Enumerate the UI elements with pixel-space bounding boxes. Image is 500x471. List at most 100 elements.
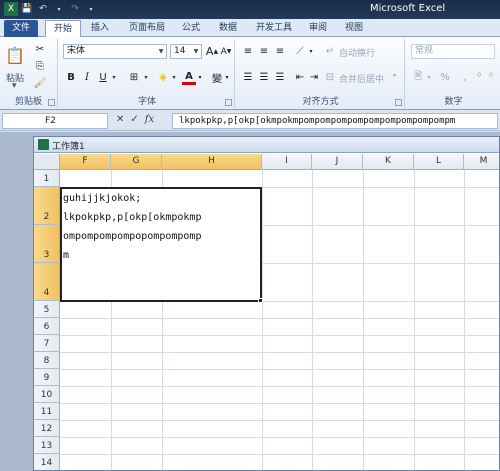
row-header-14[interactable]: 14 (34, 454, 60, 470)
align-left-icon[interactable]: ☰ (241, 70, 255, 85)
worksheet-grid[interactable]: F G H I J K L M 1 2 3 4 5 6 7 8 9 10 11 … (34, 154, 499, 470)
font-color-dropdown-icon[interactable]: ▾ (196, 70, 204, 85)
row-number: 3 (43, 250, 50, 260)
select-all-corner[interactable] (34, 154, 60, 170)
merge-dropdown-icon[interactable]: ▾ (393, 72, 396, 79)
fill-color-icon[interactable]: ◈ (156, 70, 170, 85)
tab-file[interactable]: 文件 (4, 20, 38, 37)
fill-handle[interactable] (258, 298, 263, 303)
row-header-5[interactable]: 5 (34, 301, 60, 318)
borders-dropdown-icon[interactable]: ▾ (142, 70, 150, 85)
increase-indent-icon[interactable]: ⇥ (307, 70, 321, 85)
merge-center-label[interactable]: 合并后居中 (339, 72, 384, 85)
paste-icon[interactable]: 📋 (4, 41, 26, 69)
font-launcher-icon[interactable] (225, 99, 232, 106)
undo-dropdown-icon[interactable]: ▾ (52, 2, 66, 16)
row-header-7[interactable]: 7 (34, 335, 60, 352)
align-bottom-icon[interactable]: ≡ (273, 44, 287, 59)
row-header-4[interactable]: 4 (34, 263, 60, 301)
bold-button[interactable]: B (64, 70, 78, 85)
row-header-6[interactable]: 6 (34, 318, 60, 335)
align-right-icon[interactable]: ☰ (273, 70, 287, 85)
fill-color-dropdown-icon[interactable]: ▾ (170, 70, 178, 85)
tab-developer[interactable]: 开发工具 (251, 20, 297, 37)
column-header-i[interactable]: I (262, 154, 312, 170)
column-header-m[interactable]: M (464, 154, 499, 170)
alignment-launcher-icon[interactable] (395, 99, 402, 106)
row-number: 1 (43, 174, 50, 184)
accounting-format-icon[interactable]: 🗎 (411, 70, 425, 85)
row-header-2[interactable]: 2 (34, 187, 60, 225)
confirm-entry-icon[interactable]: ✓ (130, 114, 138, 125)
row-header-13[interactable]: 13 (34, 437, 60, 454)
workbook-title-bar: 工作簿1 (34, 137, 499, 153)
row-header-3[interactable]: 3 (34, 225, 60, 263)
row-header-8[interactable]: 8 (34, 352, 60, 369)
save-icon[interactable]: 💾 (20, 2, 34, 16)
redo-icon[interactable]: ↷ (68, 2, 82, 16)
app-title: Microsoft Excel (370, 3, 446, 14)
row-header-9[interactable]: 9 (34, 369, 60, 386)
orientation-dropdown-icon[interactable]: ▾ (307, 44, 315, 59)
tab-view[interactable]: 视图 (340, 20, 368, 37)
shrink-font-button[interactable]: A ▼ (220, 44, 232, 59)
borders-icon[interactable]: ⊞ (126, 70, 142, 85)
percent-style-button[interactable]: % (439, 70, 451, 85)
number-format-combo[interactable]: 常规 (411, 44, 495, 59)
merge-center-icon[interactable]: ⊟ (323, 70, 337, 85)
row-header-12[interactable]: 12 (34, 420, 60, 437)
tab-data[interactable]: 数据 (214, 20, 242, 37)
grow-font-button[interactable]: A ▲ (206, 44, 218, 59)
row-header-10[interactable]: 10 (34, 386, 60, 403)
comma-style-button[interactable]: , (459, 70, 471, 85)
format-painter-icon[interactable]: 🖌 (33, 76, 47, 91)
decrease-decimal-icon[interactable]: ⁰ (485, 70, 497, 85)
font-size-dropdown-icon[interactable]: ▼ (191, 45, 201, 58)
column-header-k[interactable]: K (363, 154, 414, 170)
underline-dropdown-icon[interactable]: ▾ (110, 70, 118, 85)
formula-input[interactable]: lkpokpkp,p[okp[okmpokmpompompompompompom… (172, 113, 498, 129)
italic-button[interactable]: I (80, 70, 94, 85)
copy-icon[interactable]: ⎘ (33, 59, 47, 74)
align-top-icon[interactable]: ≡ (241, 44, 255, 59)
cut-icon[interactable]: ✂ (33, 42, 47, 57)
tab-review[interactable]: 审阅 (304, 20, 332, 37)
underline-button[interactable]: U (96, 70, 110, 85)
grid-line (60, 403, 499, 404)
workbook-icon (38, 139, 49, 150)
phonetic-dropdown-icon[interactable]: ▾ (223, 70, 231, 85)
clipboard-launcher-icon[interactable] (48, 99, 55, 106)
row-header-11[interactable]: 11 (34, 403, 60, 420)
align-middle-icon[interactable]: ≡ (257, 44, 271, 59)
row-header-1[interactable]: 1 (34, 170, 60, 187)
phonetic-button[interactable]: 變 (210, 70, 224, 85)
tab-formulas[interactable]: 公式 (177, 20, 205, 37)
quick-access-toolbar: X 💾 ↶ ▾ ↷ ▾ (4, 2, 98, 16)
name-box[interactable]: F2 (2, 113, 108, 129)
increase-decimal-icon[interactable]: ⁰ (473, 70, 485, 85)
column-header-g[interactable]: G (111, 154, 162, 170)
grid-line (60, 318, 499, 319)
column-header-j[interactable]: J (312, 154, 363, 170)
tab-page-layout[interactable]: 页面布局 (122, 20, 172, 37)
decrease-indent-icon[interactable]: ⇤ (293, 70, 307, 85)
wrap-text-icon[interactable]: ↵ (323, 44, 337, 59)
tab-insert[interactable]: 插入 (86, 20, 114, 37)
orientation-icon[interactable]: ⟋ (293, 44, 307, 59)
customize-qat-icon[interactable]: ▾ (84, 2, 98, 16)
wrap-text-label[interactable]: 自动换行 (339, 46, 375, 59)
column-header-h[interactable]: H (162, 154, 262, 170)
font-size-combo[interactable]: 14 ▼ (170, 44, 202, 59)
column-header-f[interactable]: F (60, 154, 111, 170)
align-center-icon[interactable]: ☰ (257, 70, 271, 85)
column-header-l[interactable]: L (414, 154, 464, 170)
font-name-dropdown-icon[interactable]: ▼ (156, 45, 166, 58)
tab-home[interactable]: 开始 (45, 20, 81, 38)
cancel-entry-icon[interactable]: ✕ (116, 114, 124, 125)
insert-function-icon[interactable]: fx (145, 114, 154, 125)
paste-dropdown-icon[interactable]: ▾ (12, 81, 17, 91)
font-color-button[interactable]: A (182, 70, 196, 85)
font-name-combo[interactable]: 宋体 ▼ (63, 44, 167, 59)
undo-icon[interactable]: ↶ (36, 2, 50, 16)
accounting-dropdown-icon[interactable]: ▾ (425, 70, 433, 85)
